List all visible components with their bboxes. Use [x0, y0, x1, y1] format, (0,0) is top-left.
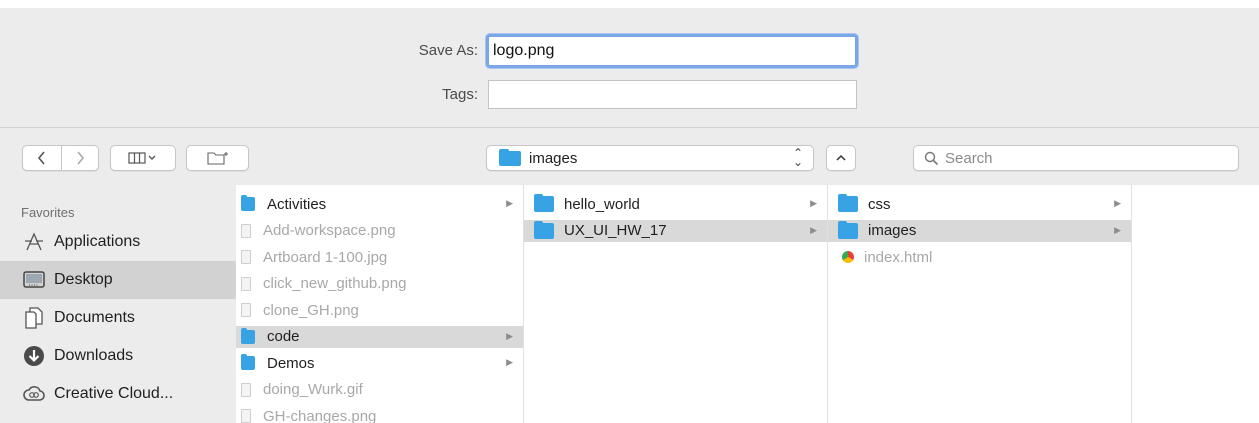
folder-row[interactable]: Activities ▶	[236, 193, 523, 215]
back-forward-group	[22, 145, 99, 171]
chrome-document-icon	[842, 251, 854, 263]
file-row[interactable]: index.html	[828, 246, 1131, 268]
folder-icon	[241, 327, 255, 344]
sidebar: Favorites Applications Desktop Documents…	[0, 185, 236, 423]
folder-row[interactable]: code ▶	[236, 325, 523, 348]
toolbar: images ⌃ ⌄ Search	[0, 128, 1259, 185]
save-dialog: Save As: logo.png Tags: images ⌃ ⌄ Searc…	[0, 8, 1259, 423]
columns-view-icon	[128, 152, 156, 164]
sidebar-item-label: Downloads	[54, 347, 134, 364]
file-row[interactable]: click_new_github.png	[236, 273, 523, 295]
sidebar-item-documents[interactable]: Documents	[0, 299, 236, 337]
item-name: index.html	[864, 248, 933, 266]
item-name: Activities	[267, 195, 327, 213]
save-as-field[interactable]: logo.png	[486, 34, 858, 68]
creative-cloud-icon	[22, 382, 46, 406]
tags-field[interactable]	[488, 80, 857, 109]
column-1: Activities ▶ Add-workspace.png Artboard 1-1…	[236, 185, 524, 423]
sidebar-item-downloads[interactable]: Downloads	[0, 337, 236, 375]
desktop-icon	[22, 268, 46, 292]
disclosure-arrow-icon: ▶	[810, 224, 817, 235]
new-folder-button[interactable]	[186, 145, 249, 171]
applications-icon	[22, 230, 46, 254]
file-row[interactable]: doing_Wurk.gif	[236, 379, 523, 401]
location-select[interactable]: images ⌃ ⌄	[486, 145, 814, 171]
item-name: hello_world	[564, 195, 640, 213]
disclosure-arrow-icon: ▶	[506, 330, 513, 341]
chevron-right-icon	[77, 151, 84, 165]
item-name: Artboard 1-100.jpg	[263, 248, 388, 266]
item-name: doing_Wurk.gif	[263, 381, 363, 398]
column-4	[1132, 185, 1259, 423]
file-row[interactable]: Add-workspace.png	[236, 220, 523, 242]
folder-row[interactable]: hello_world ▶	[524, 193, 827, 215]
search-icon	[924, 151, 939, 165]
updown-chevron-icon: ⌃ ⌄	[792, 146, 803, 169]
folder-row[interactable]: css ▶	[828, 193, 1131, 215]
sidebar-item-label: Creative Cloud...	[54, 385, 174, 402]
sidebar-item-creative-cloud[interactable]: Creative Cloud...	[0, 375, 236, 413]
image-file-icon	[241, 382, 251, 397]
new-folder-icon	[206, 152, 228, 165]
column-2: hello_world ▶ UX_UI_HW_17 ▶	[524, 185, 828, 423]
file-row[interactable]: Artboard 1-100.jpg	[236, 246, 523, 268]
folder-icon	[534, 194, 554, 212]
image-file-icon	[241, 276, 251, 291]
image-file-icon	[241, 409, 251, 423]
disclosure-arrow-icon: ▶	[506, 357, 513, 367]
sidebar-item-desktop[interactable]: Desktop	[0, 261, 236, 299]
folder-row[interactable]: images ▶	[828, 219, 1131, 242]
image-file-icon	[241, 303, 251, 317]
folder-icon	[534, 220, 554, 239]
location-label: images	[529, 149, 578, 167]
column-3: css ▶ images ▶ index.html	[828, 185, 1132, 423]
chevron-up-icon	[836, 154, 846, 161]
disclosure-arrow-icon: ▶	[810, 198, 817, 208]
search-input[interactable]: Search	[913, 145, 1239, 171]
disclosure-arrow-icon: ▶	[1114, 198, 1121, 208]
disclosure-arrow-icon: ▶	[1114, 224, 1121, 235]
folder-icon	[838, 220, 858, 239]
item-name: images	[868, 222, 917, 239]
item-name: click_new_github.png	[263, 275, 407, 292]
folder-row[interactable]: UX_UI_HW_17 ▶	[524, 219, 827, 242]
folder-icon	[838, 194, 858, 212]
file-browser-columns: Activities ▶ Add-workspace.png Artboard 1-1…	[236, 185, 1259, 423]
sidebar-item-label: Desktop	[54, 271, 113, 288]
item-name: css	[868, 195, 891, 213]
disclosure-arrow-icon: ▶	[506, 198, 513, 208]
folder-row[interactable]: Demos ▶	[236, 352, 523, 374]
item-name: code	[267, 328, 300, 345]
forward-button[interactable]	[60, 146, 99, 170]
item-name: Add-workspace.png	[263, 222, 396, 239]
item-name: UX_UI_HW_17	[564, 222, 667, 239]
sidebar-item-label: Applications	[54, 233, 141, 250]
item-name: Demos	[267, 354, 315, 372]
chevron-left-icon	[37, 151, 45, 165]
save-header: Save As: logo.png Tags:	[0, 8, 1259, 128]
sidebar-heading: Favorites	[21, 205, 75, 220]
image-file-icon	[241, 250, 251, 264]
collapse-button[interactable]	[826, 145, 856, 171]
file-row[interactable]: GH-changes.png	[236, 405, 523, 423]
folder-icon	[241, 195, 255, 211]
search-placeholder: Search	[945, 149, 993, 167]
back-button[interactable]	[23, 146, 61, 170]
folder-icon	[241, 354, 255, 370]
downloads-icon	[22, 344, 46, 368]
item-name: GH-changes.png	[263, 407, 377, 423]
documents-icon	[22, 306, 46, 330]
folder-icon	[499, 148, 521, 166]
sidebar-item-applications[interactable]: Applications	[0, 223, 236, 261]
item-name: clone_GH.png	[263, 301, 359, 319]
view-mode-button[interactable]	[110, 145, 176, 171]
save-as-label: Save As:	[418, 42, 478, 59]
tags-label: Tags:	[442, 86, 478, 103]
image-file-icon	[241, 223, 251, 238]
sidebar-item-label: Documents	[54, 309, 135, 326]
file-row[interactable]: clone_GH.png	[236, 299, 523, 321]
